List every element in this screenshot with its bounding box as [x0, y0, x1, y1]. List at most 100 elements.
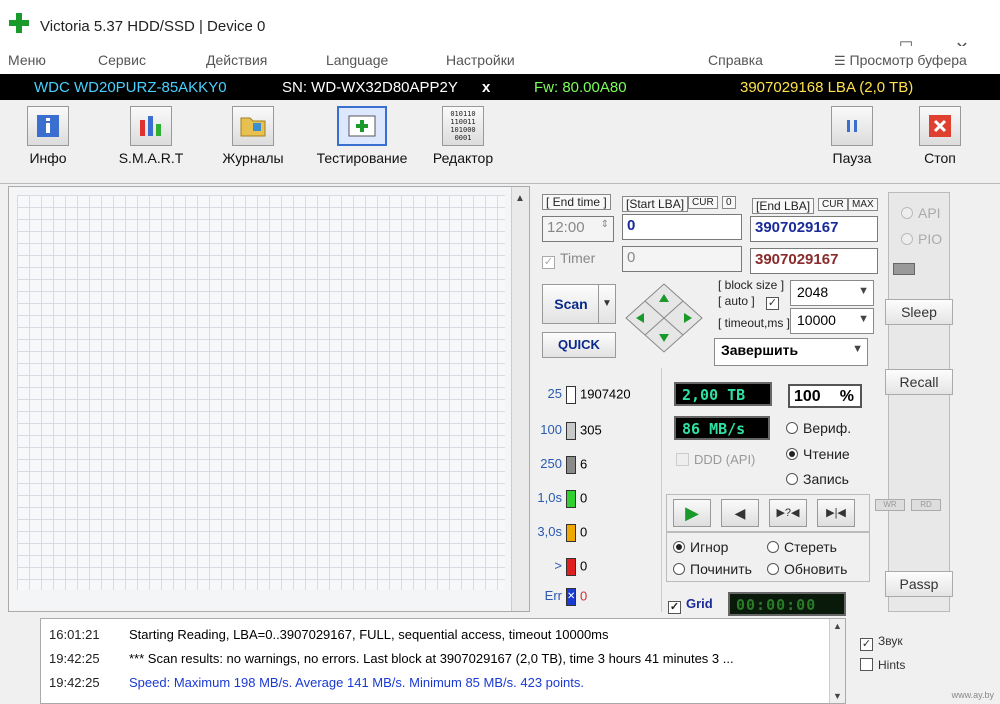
menu-actions[interactable]: Действия: [206, 52, 267, 68]
log-row: 19:42:25 *** Scan results: no warnings, n…: [49, 651, 734, 666]
timeout-value: 10000: [797, 312, 836, 328]
scan-controls: [ End time ] 12:00 ⇕ [Start LBA] CUR 0 0…: [534, 186, 884, 616]
start-zero-button[interactable]: 0: [722, 196, 736, 209]
play-backward-button[interactable]: ◀: [721, 499, 759, 527]
legend-threshold: 100: [540, 422, 562, 438]
hints-label: Hints: [878, 658, 906, 672]
start-cur-button[interactable]: CUR: [688, 196, 718, 209]
mode-verify-label: Вериф.: [803, 420, 852, 436]
legend-threshold: >: [554, 558, 562, 574]
end-lba-input[interactable]: 3907029167: [750, 216, 878, 242]
scan-button[interactable]: Scan: [542, 284, 600, 324]
quick-button[interactable]: QUICK: [542, 332, 616, 358]
error-swatch-icon: ✕: [566, 588, 576, 606]
auto-checkbox[interactable]: ✓: [766, 293, 784, 310]
start-lba-input[interactable]: 0: [622, 214, 742, 240]
legend-swatch: [566, 558, 576, 576]
event-log: 16:01:21 Starting Reading, LBA=0..3907029…: [40, 618, 846, 704]
radio-dot: [786, 448, 798, 460]
victoria-logo-icon: [9, 13, 29, 33]
legend-count: 1907420: [580, 386, 631, 402]
left-edge: [0, 186, 8, 704]
editor-button[interactable]: 010110 110011 101000 0001 Редактор: [428, 106, 498, 166]
pio-label: PIO: [918, 231, 943, 247]
ddd-label: DDD (API): [694, 452, 756, 467]
block-size-select[interactable]: 2048 ▼: [790, 280, 874, 306]
scroll-up-icon[interactable]: ▲: [833, 621, 842, 631]
menu-service[interactable]: Сервис: [98, 52, 146, 68]
pause-label: Пауза: [832, 150, 872, 166]
ddd-api-checkbox[interactable]: DDD (API): [676, 452, 755, 467]
timeout-select[interactable]: 10000 ▼: [790, 308, 874, 334]
rd-indicator: RD: [911, 499, 941, 511]
device-options-panel: API PIO Sleep Recall WR RD Passp: [875, 192, 953, 612]
action-erase-label: Стереть: [784, 539, 837, 555]
smart-button[interactable]: S.M.A.R.T: [110, 106, 192, 166]
action-ignore-radio[interactable]: Игнор: [673, 539, 728, 555]
passp-button[interactable]: Passp: [885, 571, 953, 597]
action-erase-radio[interactable]: Стереть: [767, 539, 837, 555]
action-refresh-radio[interactable]: Обновить: [767, 561, 847, 577]
go-end-button[interactable]: ▶|◀: [817, 499, 855, 527]
hints-checkbox[interactable]: Hints: [860, 658, 905, 672]
skip-unknown-button[interactable]: ▶?◀: [769, 499, 807, 527]
api-label: API: [918, 205, 941, 221]
finish-action-value: Завершить: [721, 342, 799, 358]
sleep-button[interactable]: Sleep: [885, 299, 953, 325]
status-indicator-icon: [893, 263, 915, 275]
legend-swatch: [566, 386, 576, 404]
time-spinner-icon[interactable]: ⇕: [601, 219, 609, 230]
menu-main[interactable]: Меню: [8, 52, 46, 68]
hints-check-box: [860, 658, 873, 671]
device-close-button[interactable]: x: [482, 79, 490, 96]
api-radio[interactable]: API: [901, 205, 941, 221]
finish-action-select[interactable]: Завершить ▼: [714, 338, 868, 366]
play-forward-button[interactable]: ▶: [673, 499, 711, 527]
menu-buffer-view[interactable]: ☰ Просмотр буфера: [834, 52, 967, 69]
folder-icon: [232, 106, 274, 146]
start-lba-label: [Start LBA]: [622, 196, 689, 212]
window-title: Victoria 5.37 HDD/SSD | Device 0: [40, 18, 266, 35]
info-label: Инфо: [29, 150, 67, 166]
end-max-button[interactable]: MAX: [848, 198, 878, 211]
scan-map-panel: ▲: [8, 186, 530, 612]
timer-input[interactable]: 0: [622, 246, 742, 272]
pause-button[interactable]: Пауза: [826, 106, 878, 166]
legend-swatch: [566, 490, 576, 508]
map-scrollbar[interactable]: ▲: [511, 187, 529, 611]
radio-dot: [767, 541, 779, 553]
recall-button[interactable]: Recall: [885, 369, 953, 395]
menu-language[interactable]: Language: [326, 52, 388, 68]
end-time-value: 12:00: [547, 219, 585, 236]
radio-dot: [786, 422, 798, 434]
editor-label: Редактор: [432, 150, 494, 166]
info-button[interactable]: Инфо: [20, 106, 76, 166]
log-scrollbar[interactable]: ▲ ▼: [829, 619, 845, 703]
scroll-up-icon[interactable]: ▲: [515, 193, 525, 204]
mode-read-radio[interactable]: Чтение: [786, 446, 850, 462]
legend-threshold: 3,0s: [537, 524, 562, 540]
testing-label: Тестирование: [316, 150, 408, 166]
grid-checkbox[interactable]: ✓ Grid: [668, 596, 713, 614]
direction-pad[interactable]: [624, 282, 704, 354]
progress-percent-value: 100: [794, 388, 821, 405]
logs-button[interactable]: Журналы: [216, 106, 290, 166]
menu-help[interactable]: Справка: [708, 52, 763, 68]
speed-display: 86 MB/s: [674, 416, 770, 440]
device-info-bar: WDC WD20PURZ-85AKKY0 SN: WD-WX32D80APP2Y…: [0, 74, 1000, 100]
pio-radio[interactable]: PIO: [901, 231, 942, 247]
scroll-down-icon[interactable]: ▼: [833, 691, 842, 701]
scan-dropdown-button[interactable]: ▼: [598, 284, 616, 324]
mode-verify-radio[interactable]: Вериф.: [786, 420, 851, 436]
testing-button[interactable]: Тестирование: [310, 106, 414, 166]
end-time-input[interactable]: 12:00 ⇕: [542, 216, 614, 242]
timer-checkbox[interactable]: ✓ Timer: [542, 250, 595, 269]
menu-settings[interactable]: Настройки: [446, 52, 515, 68]
mode-write-radio[interactable]: Запись: [786, 471, 849, 487]
log-row: 16:01:21 Starting Reading, LBA=0..3907029…: [49, 627, 609, 642]
log-row: 19:42:25 Speed: Maximum 198 MB/s. Average…: [49, 675, 584, 690]
sound-checkbox[interactable]: ✓ Звук: [860, 634, 903, 651]
action-repair-radio[interactable]: Починить: [673, 561, 752, 577]
end-cur-button[interactable]: CUR: [818, 198, 848, 211]
stop-button[interactable]: Стоп: [914, 106, 966, 166]
